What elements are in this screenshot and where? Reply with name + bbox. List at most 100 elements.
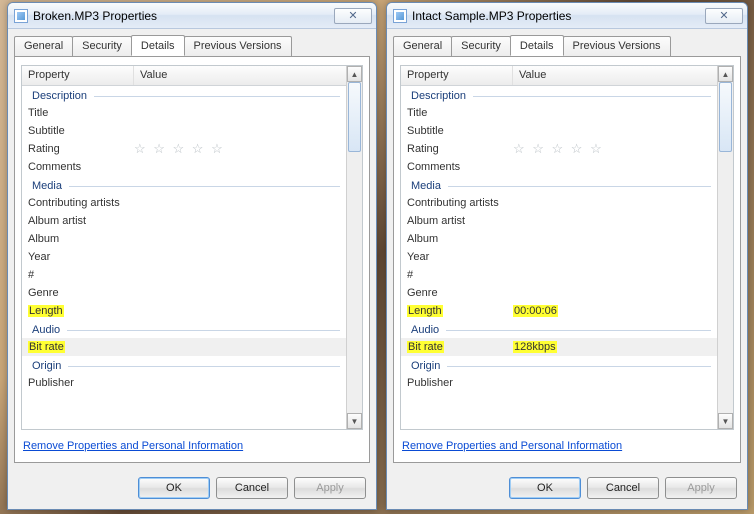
scroll-down-icon[interactable]: ▼ — [718, 413, 733, 429]
property-value: 128kbps — [513, 341, 717, 353]
scroll-up-icon[interactable]: ▲ — [718, 66, 733, 82]
property-row[interactable]: Album artist — [22, 212, 346, 230]
section-divider — [68, 366, 340, 367]
remove-properties-link[interactable]: Remove Properties and Personal Informati… — [21, 430, 363, 456]
property-row[interactable]: Album artist — [401, 212, 717, 230]
property-value: 00:00:06 — [513, 305, 717, 317]
window-title: Intact Sample.MP3 Properties — [412, 9, 705, 23]
property-row[interactable]: Contributing artists — [22, 194, 346, 212]
ok-button[interactable]: OK — [509, 477, 581, 499]
header-value[interactable]: Value — [513, 66, 717, 85]
tab-panel-details: PropertyValueDescriptionTitleSubtitleRat… — [14, 56, 370, 463]
property-name: Length — [22, 305, 134, 317]
tab-previous-versions[interactable]: Previous Versions — [184, 36, 292, 57]
property-row[interactable]: Rating☆ ☆ ☆ ☆ ☆ — [22, 140, 346, 158]
tab-details[interactable]: Details — [131, 35, 185, 56]
property-row[interactable]: Title — [22, 104, 346, 122]
titlebar[interactable]: Intact Sample.MP3 Properties✕ — [387, 3, 747, 29]
scroll-up-icon[interactable]: ▲ — [347, 66, 362, 82]
section-description: Description — [401, 86, 717, 104]
button-row: OK Cancel Apply — [8, 469, 376, 509]
cancel-button[interactable]: Cancel — [216, 477, 288, 499]
scroll-track[interactable] — [718, 82, 733, 413]
property-row[interactable]: Bit rate128kbps — [401, 338, 717, 356]
file-icon — [393, 9, 407, 23]
property-name: Publisher — [401, 377, 513, 389]
property-row[interactable]: Album — [22, 230, 346, 248]
section-label: Origin — [411, 360, 440, 372]
property-row[interactable]: Comments — [401, 158, 717, 176]
property-row[interactable]: Bit rate — [22, 338, 346, 356]
property-row[interactable]: Length — [22, 302, 346, 320]
file-icon — [14, 9, 28, 23]
scrollbar[interactable]: ▲▼ — [346, 66, 362, 429]
tab-previous-versions[interactable]: Previous Versions — [563, 36, 671, 57]
tab-general[interactable]: General — [393, 36, 452, 57]
property-row[interactable]: Subtitle — [401, 122, 717, 140]
property-row[interactable]: Year — [22, 248, 346, 266]
property-name: Genre — [401, 287, 513, 299]
cancel-button[interactable]: Cancel — [587, 477, 659, 499]
property-name: Rating — [22, 143, 134, 155]
property-name: Album artist — [22, 215, 134, 227]
scroll-down-icon[interactable]: ▼ — [347, 413, 362, 429]
header-property[interactable]: Property — [401, 66, 513, 85]
property-row[interactable]: Year — [401, 248, 717, 266]
tabstrip: GeneralSecurityDetailsPrevious Versions — [8, 29, 376, 56]
apply-button[interactable]: Apply — [294, 477, 366, 499]
property-row[interactable]: Genre — [22, 284, 346, 302]
close-button[interactable]: ✕ — [705, 8, 743, 24]
remove-properties-link[interactable]: Remove Properties and Personal Informati… — [400, 430, 734, 456]
header-property[interactable]: Property — [22, 66, 134, 85]
section-label: Origin — [32, 360, 61, 372]
header-value[interactable]: Value — [134, 66, 346, 85]
property-row[interactable]: Rating☆ ☆ ☆ ☆ ☆ — [401, 140, 717, 158]
details-grid: PropertyValueDescriptionTitleSubtitleRat… — [400, 65, 734, 430]
property-name: Contributing artists — [401, 197, 513, 209]
grid-header: PropertyValue — [401, 66, 717, 86]
property-name: Bit rate — [401, 341, 513, 353]
scroll-track[interactable] — [347, 82, 362, 413]
titlebar[interactable]: Broken.MP3 Properties✕ — [8, 3, 376, 29]
property-name: Bit rate — [22, 341, 134, 353]
property-name: # — [22, 269, 134, 281]
property-value: ☆ ☆ ☆ ☆ ☆ — [513, 142, 717, 156]
rating-stars[interactable]: ☆ ☆ ☆ ☆ ☆ — [513, 141, 604, 156]
ok-button[interactable]: OK — [138, 477, 210, 499]
section-audio: Audio — [22, 320, 346, 338]
property-row[interactable]: Length00:00:06 — [401, 302, 717, 320]
tabstrip: GeneralSecurityDetailsPrevious Versions — [387, 29, 747, 56]
property-row[interactable]: Contributing artists — [401, 194, 717, 212]
tab-security[interactable]: Security — [451, 36, 511, 57]
property-row[interactable]: # — [22, 266, 346, 284]
section-divider — [447, 366, 711, 367]
section-divider — [69, 186, 340, 187]
scroll-thumb[interactable] — [719, 82, 732, 152]
property-row[interactable]: Subtitle — [22, 122, 346, 140]
apply-button[interactable]: Apply — [665, 477, 737, 499]
property-row[interactable]: Publisher — [401, 374, 717, 392]
section-media: Media — [401, 176, 717, 194]
property-row[interactable]: # — [401, 266, 717, 284]
property-row[interactable]: Genre — [401, 284, 717, 302]
properties-dialog: Broken.MP3 Properties✕GeneralSecurityDet… — [7, 2, 377, 510]
property-name: Comments — [22, 161, 134, 173]
rating-stars[interactable]: ☆ ☆ ☆ ☆ ☆ — [134, 141, 225, 156]
property-row[interactable]: Publisher — [22, 374, 346, 392]
tab-general[interactable]: General — [14, 36, 73, 57]
section-divider — [446, 330, 711, 331]
property-row[interactable]: Album — [401, 230, 717, 248]
property-name: Year — [22, 251, 134, 263]
tab-details[interactable]: Details — [510, 35, 564, 56]
section-label: Audio — [411, 324, 439, 336]
close-button[interactable]: ✕ — [334, 8, 372, 24]
section-label: Media — [32, 180, 62, 192]
property-row[interactable]: Title — [401, 104, 717, 122]
scroll-thumb[interactable] — [348, 82, 361, 152]
property-row[interactable]: Comments — [22, 158, 346, 176]
property-name: Rating — [401, 143, 513, 155]
tab-security[interactable]: Security — [72, 36, 132, 57]
property-name: Title — [401, 107, 513, 119]
scrollbar[interactable]: ▲▼ — [717, 66, 733, 429]
tab-panel-details: PropertyValueDescriptionTitleSubtitleRat… — [393, 56, 741, 463]
